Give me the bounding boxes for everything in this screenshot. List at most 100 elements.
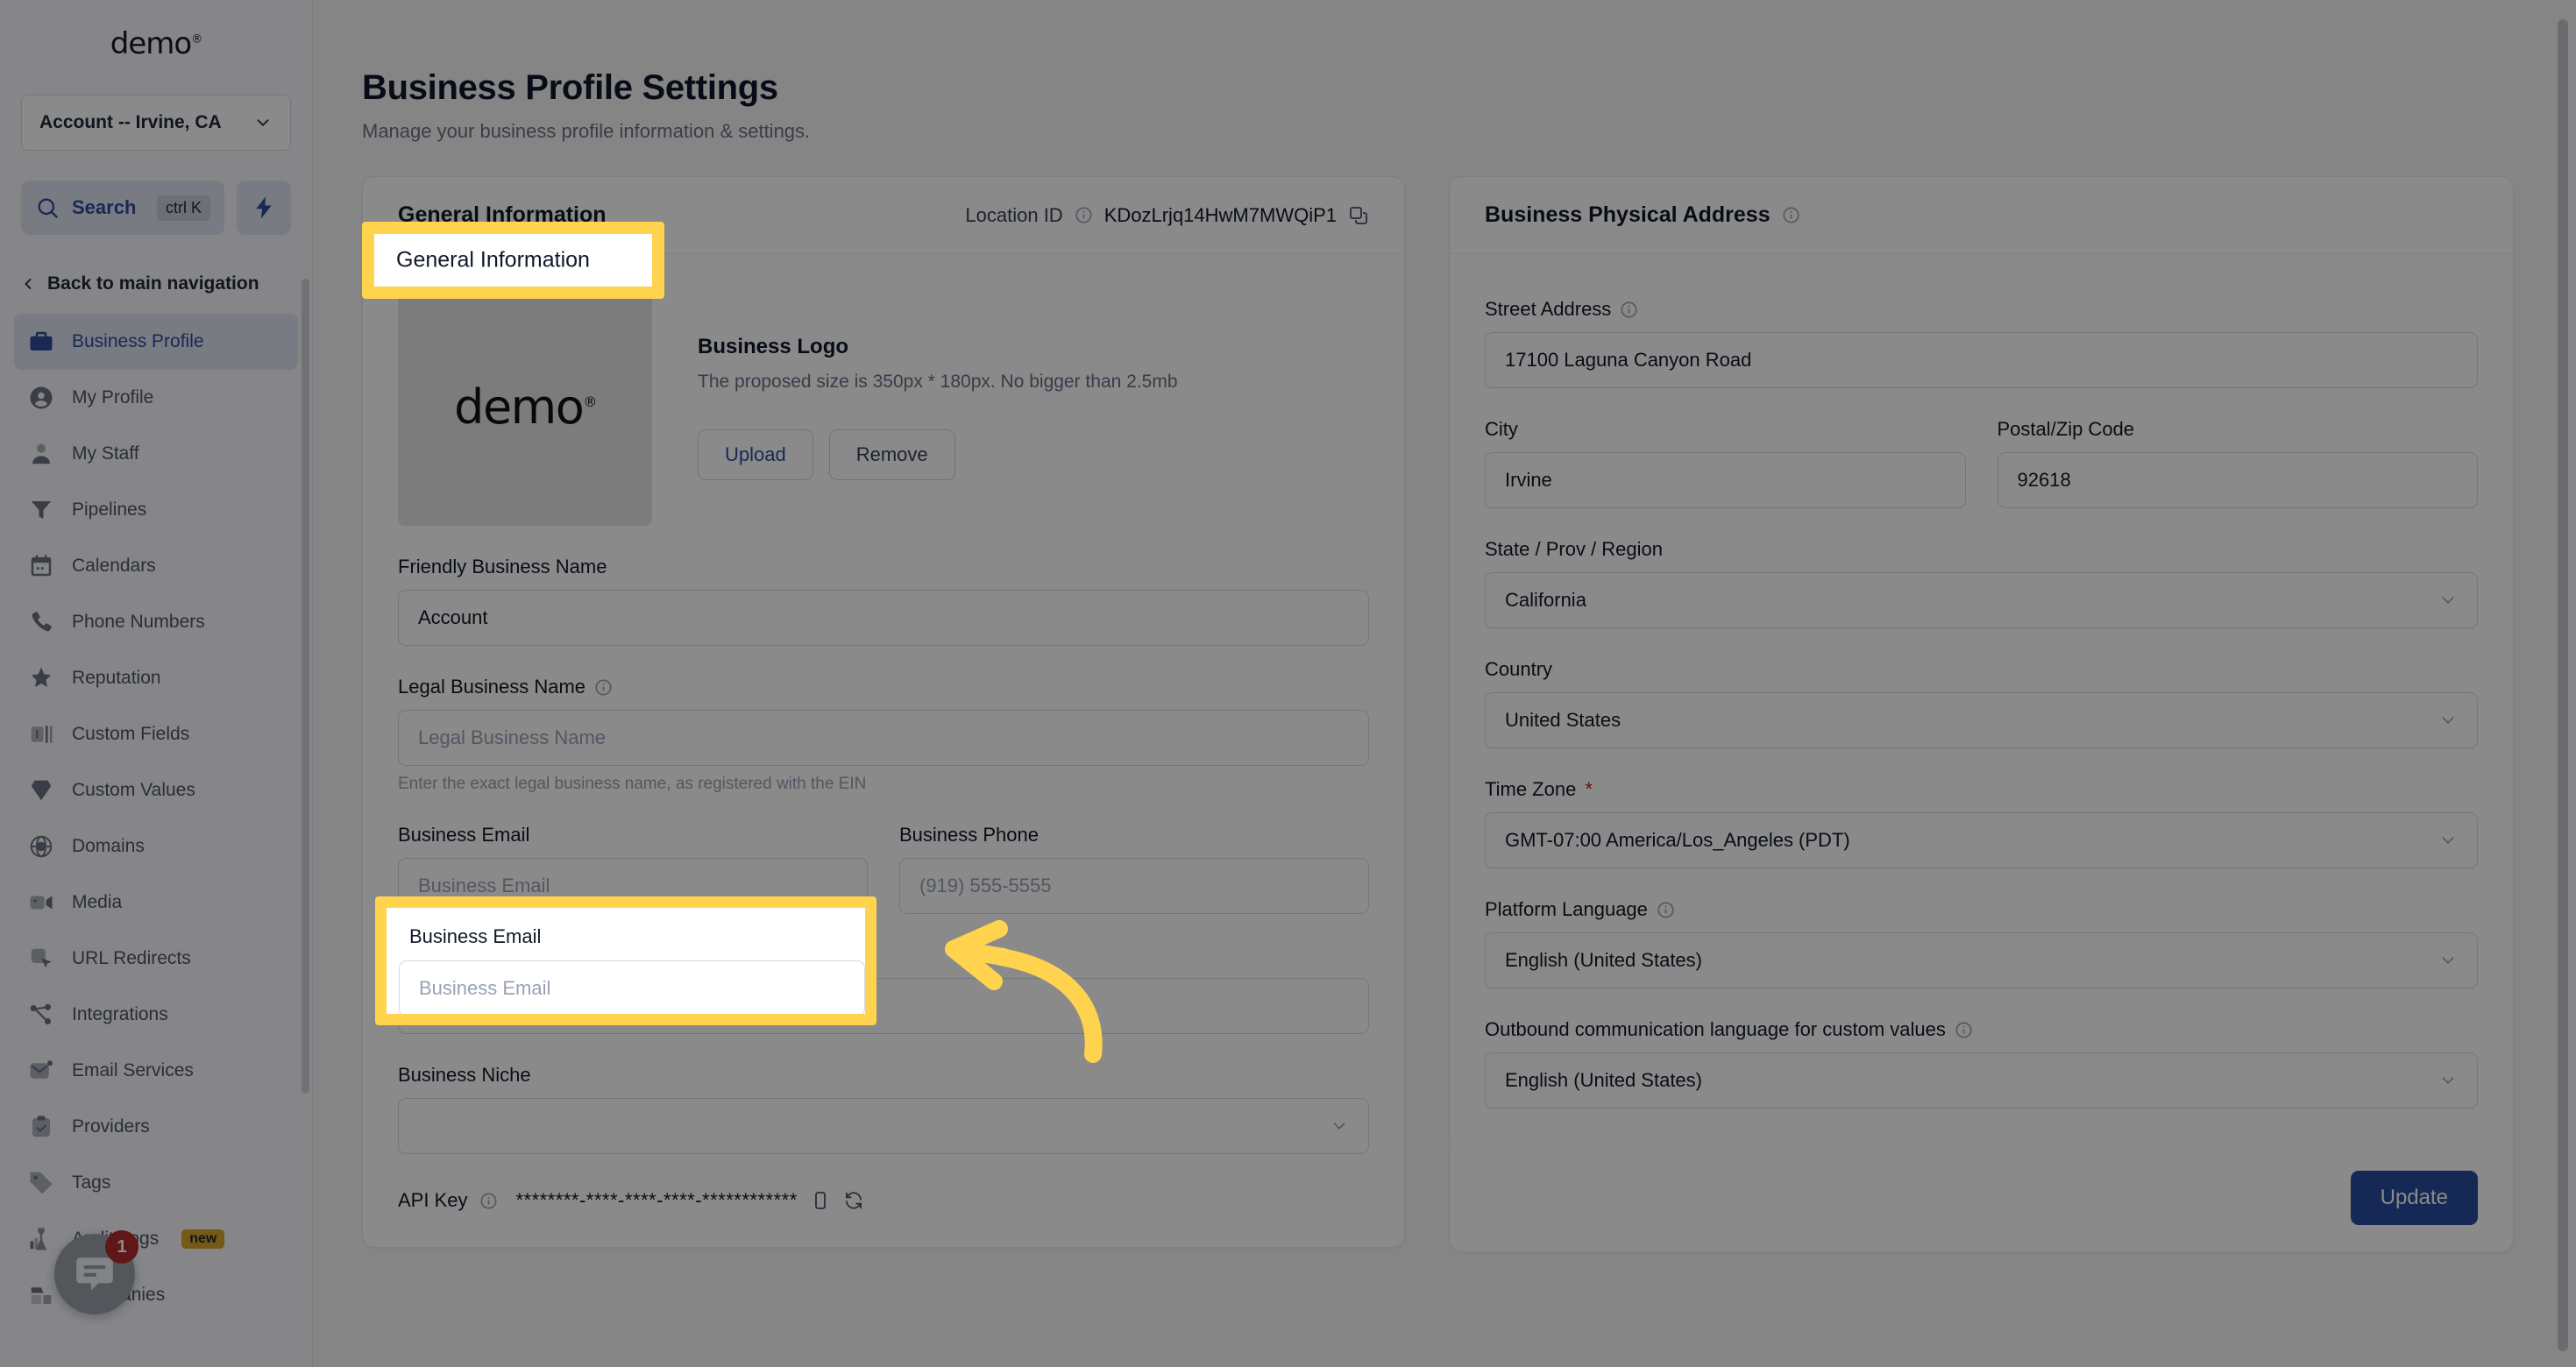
- custom-fields-icon: [31, 726, 53, 743]
- update-button[interactable]: Update: [2350, 1171, 2478, 1225]
- platform-language-value: English (United States): [1505, 949, 1702, 971]
- street-address-input[interactable]: 17100 Laguna Canyon Road: [1485, 332, 2478, 388]
- city-postal-row: City Irvine Postal/Zip Code 92618: [1485, 388, 2478, 508]
- account-selector-label: Account -- Irvine, CA: [39, 112, 222, 132]
- time-zone-value: GMT-07:00 America/Los_Angeles (PDT): [1505, 829, 1850, 851]
- sidebar-item-custom-values[interactable]: Custom Values: [14, 762, 298, 818]
- sidebar-item-label: Business Profile: [72, 331, 204, 351]
- state-select[interactable]: California: [1485, 572, 2478, 628]
- friendly-business-name-input[interactable]: Account: [398, 590, 1369, 646]
- business-phone-label: Business Phone: [899, 824, 1039, 846]
- chevron-down-icon: [257, 119, 269, 126]
- location-id-value: KDozLrjq14HwM7MWQiP1: [1103, 203, 1337, 226]
- copy-icon[interactable]: [1348, 205, 1369, 226]
- sidebar-item-email-services[interactable]: Email Services: [14, 1043, 298, 1099]
- search-row: Search ctrl K: [21, 181, 291, 235]
- copy-icon[interactable]: [810, 1190, 831, 1211]
- chevron-down-icon: [2442, 957, 2454, 964]
- legal-business-name-input[interactable]: Legal Business Name: [398, 710, 1369, 766]
- info-icon[interactable]: [1955, 1021, 1973, 1039]
- platform-language-label: Platform Language: [1485, 898, 2478, 921]
- sidebar-item-label: Media: [72, 892, 123, 912]
- platform-language-select[interactable]: English (United States): [1485, 932, 2478, 988]
- postal-code-input[interactable]: 92618: [1997, 452, 2478, 508]
- sidebar-item-phone-numbers[interactable]: Phone Numbers: [14, 594, 298, 650]
- business-phone-input[interactable]: (919) 555-5555: [899, 858, 1369, 914]
- sidebar-item-label: My Staff: [72, 443, 139, 464]
- info-icon[interactable]: [1075, 206, 1093, 224]
- city-label: City: [1485, 418, 1518, 440]
- sidebar-item-my-profile[interactable]: My Profile: [14, 370, 298, 426]
- main-content: Business Profile Settings Manage your bu…: [313, 0, 2576, 1367]
- street-address-field: Street Address 17100 Laguna Canyon Road: [1485, 298, 2478, 388]
- sidebar-item-pipelines[interactable]: Pipelines: [14, 482, 298, 538]
- info-icon[interactable]: [1782, 206, 1800, 224]
- search-label: Search: [72, 196, 137, 218]
- info-icon[interactable]: [1620, 301, 1638, 319]
- business-niche-field: Business Niche: [398, 1064, 1369, 1154]
- api-key-row: API Key ********-****-****-****-********…: [398, 1189, 1369, 1212]
- highlight-business-email-input[interactable]: Business Email: [399, 960, 865, 1014]
- sidebar-item-integrations[interactable]: Integrations: [14, 987, 298, 1043]
- street-address-label: Street Address: [1485, 298, 2478, 321]
- quick-actions-button[interactable]: [237, 181, 291, 235]
- platform-language-label-text: Platform Language: [1485, 898, 1648, 920]
- highlight-general-information-inner: General Information: [374, 234, 652, 287]
- sidebar-item-providers[interactable]: Providers: [14, 1099, 298, 1155]
- info-icon[interactable]: [1657, 901, 1675, 919]
- business-logo-description: The proposed size is 350px * 180px. No b…: [698, 372, 1178, 392]
- sidebar-item-calendars[interactable]: Calendars: [14, 538, 298, 594]
- business-physical-address-card: Business Physical Address Street Address…: [1449, 176, 2514, 1252]
- legal-business-name-field: Legal Business Name Legal Business Name …: [398, 676, 1369, 794]
- business-logo-row: demo® Business Logo The proposed size is…: [398, 287, 1369, 526]
- sidebar-item-label: Providers: [72, 1116, 150, 1137]
- general-card-body: demo® Business Logo The proposed size is…: [363, 254, 1404, 1247]
- address-card-footer: Update: [1450, 1144, 2513, 1251]
- sidebar-item-my-staff[interactable]: My Staff: [14, 426, 298, 482]
- main-scrollbar[interactable]: [2558, 19, 2568, 1351]
- info-icon[interactable]: [479, 1192, 498, 1210]
- sidebar-item-business-profile[interactable]: Business Profile: [14, 314, 298, 370]
- sidebar-scrollbar[interactable]: [302, 279, 309, 1094]
- account-selector[interactable]: Account -- Irvine, CA: [21, 95, 291, 151]
- sidebar-item-tags[interactable]: Tags: [14, 1155, 298, 1211]
- outbound-language-select[interactable]: English (United States): [1485, 1052, 2478, 1108]
- search-button[interactable]: Search ctrl K: [21, 181, 224, 235]
- time-zone-label: Time Zone *: [1485, 778, 2478, 801]
- lightning-bolt-icon: [256, 196, 272, 219]
- gem-icon: [31, 780, 52, 801]
- info-icon[interactable]: [594, 678, 613, 697]
- business-niche-select[interactable]: [398, 1098, 1369, 1154]
- sidebar-nav-list: Business Profile My Profile My Staff Pip…: [0, 314, 312, 1323]
- page-header: Business Profile Settings Manage your bu…: [313, 0, 2576, 143]
- video-icon: [30, 896, 53, 910]
- outbound-language-value: English (United States): [1505, 1069, 1702, 1091]
- highlight-general-information-label: General Information: [396, 247, 590, 273]
- chevron-down-icon: [2442, 837, 2454, 844]
- location-id-group: Location ID KDozLrjq14HwM7MWQiP1: [965, 204, 1369, 227]
- address-card-body: Street Address 17100 Laguna Canyon Road …: [1450, 254, 2513, 1144]
- sidebar-item-label: Reputation: [72, 668, 161, 688]
- postal-code-field: Postal/Zip Code 92618: [1997, 418, 2478, 508]
- sidebar-item-media[interactable]: Media: [14, 875, 298, 931]
- globe-icon: [30, 835, 53, 858]
- sidebar-item-custom-fields[interactable]: Custom Fields: [14, 706, 298, 762]
- sidebar-item-domains[interactable]: Domains: [14, 818, 298, 875]
- sidebar-item-label: Tags: [72, 1172, 111, 1193]
- remove-logo-button[interactable]: Remove: [828, 429, 955, 480]
- address-card-header: Business Physical Address: [1450, 177, 2513, 254]
- user-icon: [32, 443, 50, 464]
- cursor-icon: [31, 948, 52, 968]
- refresh-icon[interactable]: [843, 1190, 864, 1211]
- time-zone-select[interactable]: GMT-07:00 America/Los_Angeles (PDT): [1485, 812, 2478, 868]
- back-to-main-navigation[interactable]: Back to main navigation: [19, 266, 291, 301]
- search-icon: [38, 198, 58, 218]
- sidebar-item-reputation[interactable]: Reputation: [14, 650, 298, 706]
- search-shortcut-badge: ctrl K: [156, 195, 210, 221]
- city-input[interactable]: Irvine: [1485, 452, 1966, 508]
- sidebar-item-url-redirects[interactable]: URL Redirects: [14, 931, 298, 987]
- country-select[interactable]: United States: [1485, 692, 2478, 748]
- chat-support-widget[interactable]: 1: [54, 1230, 138, 1314]
- upload-logo-button[interactable]: Upload: [698, 429, 813, 480]
- back-nav-label: Back to main navigation: [47, 273, 259, 294]
